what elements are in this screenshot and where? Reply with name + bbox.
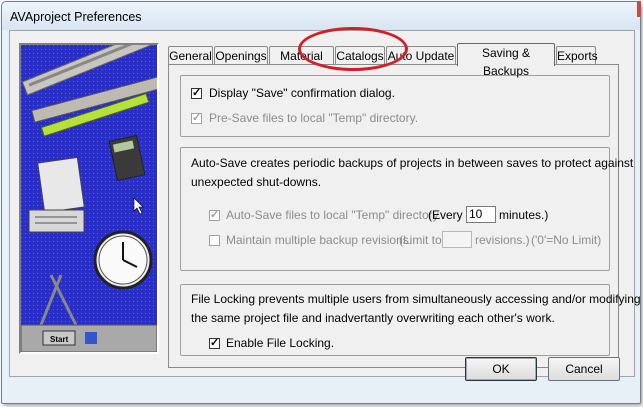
tab-saving-backups[interactable]: Saving & Backups [457, 43, 555, 78]
window-title: AVAproject Preferences [10, 10, 142, 24]
tab-openings[interactable]: Openings [214, 46, 268, 64]
tab-auto-update[interactable]: Auto Update [386, 46, 456, 64]
start-label: Start [50, 335, 69, 344]
auto-save-label: Auto-Save files to local "Temp" director… [226, 208, 442, 222]
revision-limit-input [442, 231, 472, 248]
tab-material-list[interactable]: Material List [269, 46, 334, 81]
display-save-label: Display "Save" confirmation dialog. [209, 86, 395, 100]
auto-save-group: Auto-Save creates periodic backups of pr… [180, 147, 633, 271]
maintain-revisions-checkbox [209, 235, 220, 246]
close-button[interactable] [637, 1, 641, 17]
enable-file-locking-label: Enable File Locking. [226, 336, 335, 350]
file-locking-group: File Locking prevents multiple users fro… [180, 284, 641, 356]
pre-save-checkbox: ✓ [191, 112, 202, 124]
tab-general[interactable]: General [168, 46, 213, 64]
limit-prefix-label: (Limit to [399, 233, 442, 247]
auto-save-description-line2: unexpected shut-downs. [191, 175, 322, 189]
title-bar[interactable]: AVAproject Preferences [2, 2, 640, 30]
enable-file-locking-checkbox[interactable]: ✓ [209, 338, 220, 349]
save-options-group: ✓ Display "Save" confirmation dialog. ✓ … [180, 75, 610, 137]
tab-content-panel: ✓ Display "Save" confirmation dialog. ✓ … [168, 64, 641, 368]
pre-save-label: Pre-Save files to local "Temp" directory… [209, 111, 419, 125]
office-desk-illustration: Start [21, 45, 157, 352]
every-prefix-label: (Every [428, 208, 463, 222]
ok-button[interactable]: OK [465, 357, 537, 381]
tab-exports[interactable]: Exports [556, 46, 598, 64]
cancel-button[interactable]: Cancel [548, 357, 620, 381]
file-locking-description-line2: the same project file and inadvertantly … [191, 311, 555, 325]
display-save-checkbox[interactable]: ✓ [191, 88, 202, 99]
decorative-picture: Start [19, 43, 159, 354]
every-suffix-label: minutes.) [499, 208, 549, 222]
auto-save-description-line1: Auto-Save creates periodic backups of pr… [191, 156, 634, 170]
tab-catalogs[interactable]: Catalogs [335, 46, 385, 64]
dialog-client-area: Start General Openings Material List Cat… [9, 27, 641, 377]
limit-suffix-label: revisions.) [475, 233, 530, 247]
file-locking-description-line1: File Locking prevents multiple users fro… [191, 292, 641, 306]
auto-save-checkbox: ✓ [209, 209, 220, 221]
preferences-window: AVAproject Preferences Start General Ope… [1, 1, 641, 404]
auto-save-minutes-input[interactable]: 10 [466, 206, 496, 223]
maintain-revisions-label: Maintain multiple backup revisions. [226, 233, 413, 247]
tab-strip: General Openings Material List Catalogs … [168, 43, 608, 81]
limit-note-label: ('0'=No Limit) [531, 233, 602, 247]
